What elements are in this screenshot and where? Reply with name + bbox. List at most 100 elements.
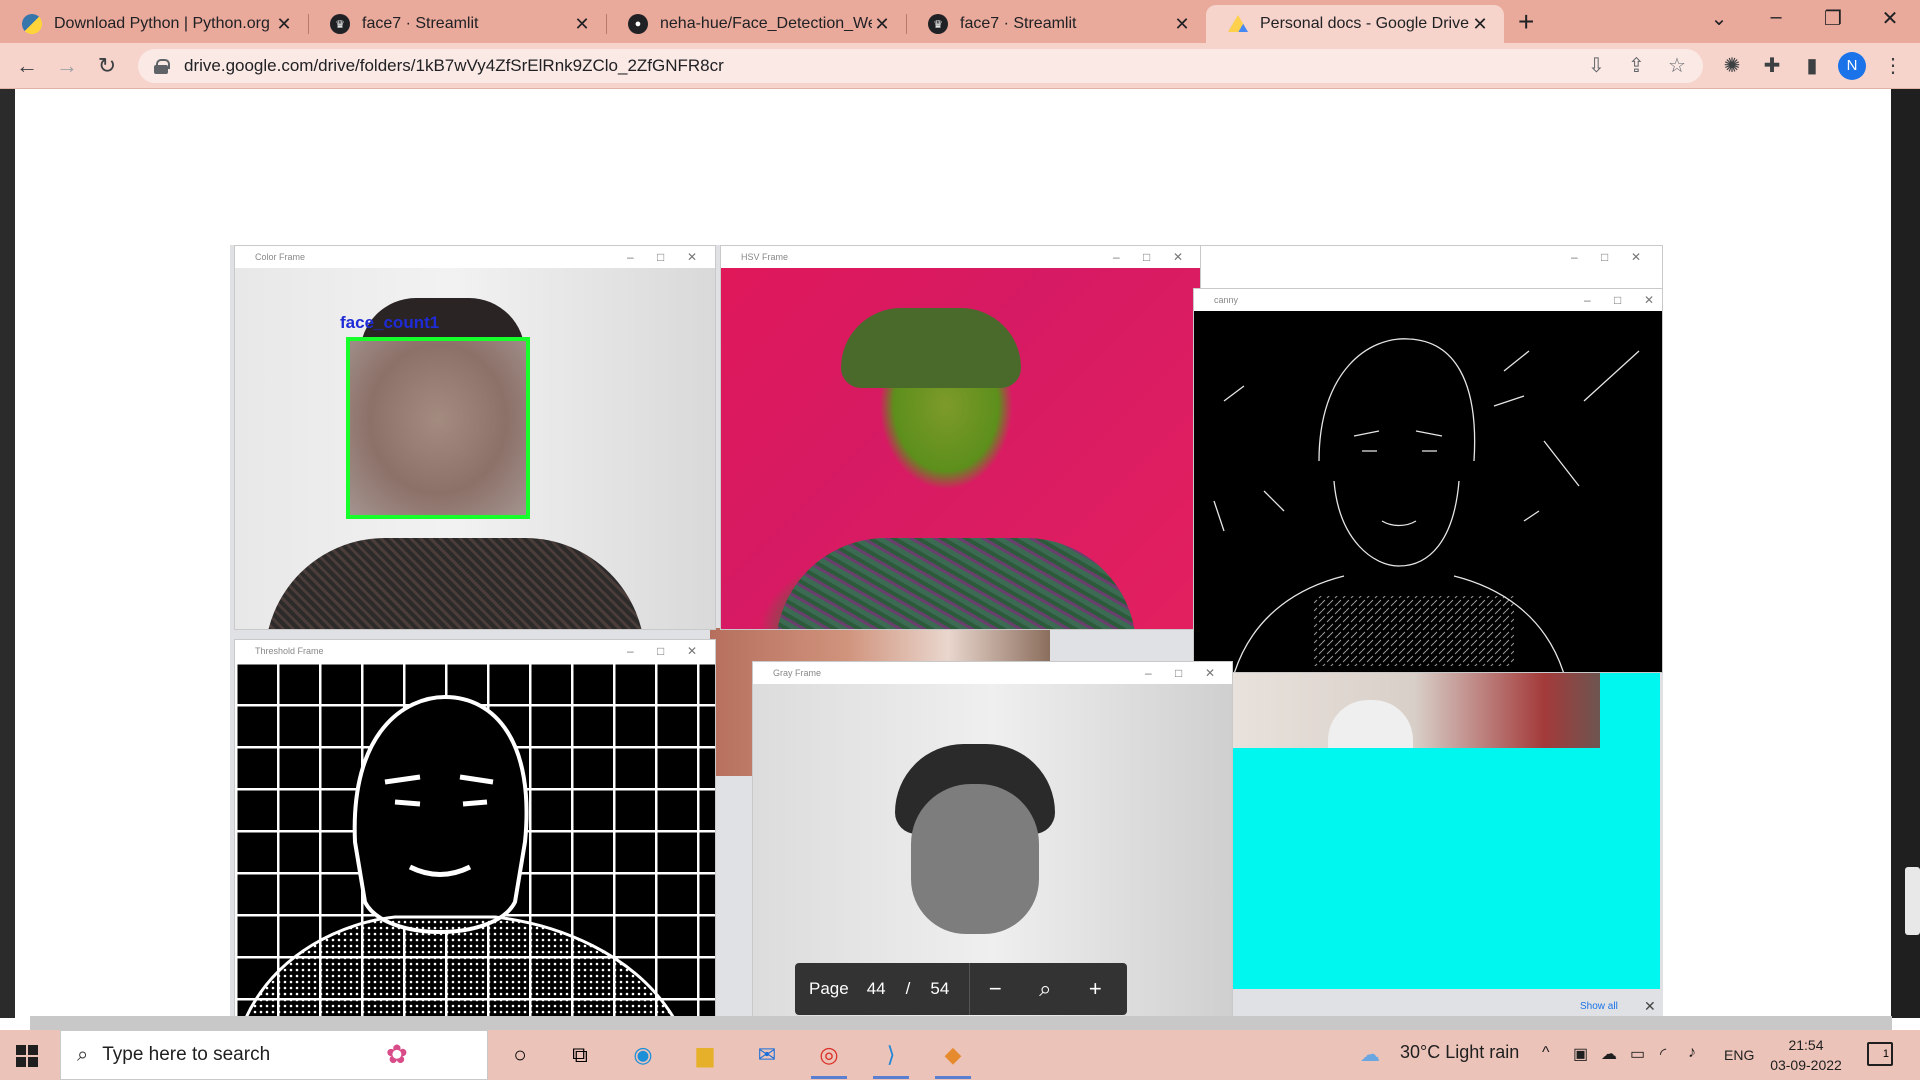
page-number-input[interactable]: 44 (867, 979, 886, 999)
clock-date: 03-09-2022 (1770, 1057, 1842, 1073)
tab-google-drive[interactable]: Personal docs - Google Drive ✕ (1206, 5, 1504, 43)
window-title: Gray Frame (773, 668, 822, 678)
minimize-icon[interactable]: – (1145, 662, 1152, 684)
wifi-icon[interactable]: ◜ (1660, 1044, 1666, 1064)
edge-icon[interactable]: ◉ (626, 1040, 660, 1070)
maximize-icon[interactable]: □ (657, 246, 664, 268)
forward-icon[interactable]: → (52, 51, 82, 81)
battery-icon[interactable]: ▭ (1630, 1044, 1645, 1064)
minimize-icon[interactable]: – (627, 640, 634, 662)
hsv-frame-window: HSV Frame – □ ✕ (720, 245, 1201, 630)
close-icon[interactable]: ✕ (572, 14, 592, 35)
app-icon[interactable]: ◆ (936, 1040, 970, 1070)
file-explorer-icon[interactable]: ▆ (688, 1040, 722, 1070)
zoom-magnifier-icon[interactable]: ⌕ (1020, 976, 1070, 1002)
face-outline (1333, 480, 1460, 567)
restore-icon[interactable]: ❐ (1813, 6, 1853, 31)
language-indicator[interactable]: ENG (1724, 1047, 1754, 1063)
tab-streamlit[interactable]: ♛ face7 · Streamlit ✕ (308, 5, 606, 43)
close-icon[interactable]: ✕ (1631, 246, 1641, 268)
close-icon[interactable]: ✕ (274, 14, 294, 35)
zoom-in-icon[interactable]: + (1070, 976, 1120, 1002)
window-titlebar: HSV Frame – □ ✕ (721, 246, 1200, 268)
face-shape (911, 784, 1039, 934)
taskbar: ⌕ Type here to search ✿ ○ ⧉ ◉ ▆ ✉ ◎ ⟩ ◆ … (0, 1030, 1920, 1080)
reload-icon[interactable]: ↻ (92, 51, 122, 81)
volume-icon[interactable]: ♪ (1688, 1044, 1696, 1062)
extensions-puzzle-icon[interactable]: ✚ (1757, 51, 1787, 81)
minimize-icon[interactable]: – (1571, 246, 1578, 268)
maximize-icon[interactable]: □ (1175, 662, 1182, 684)
close-icon[interactable]: ✕ (1205, 662, 1215, 684)
minimize-icon[interactable]: – (1584, 289, 1591, 311)
active-app-indicator (935, 1076, 971, 1079)
close-icon[interactable]: ✕ (872, 14, 892, 35)
face-detection-box (346, 337, 530, 519)
close-icon[interactable]: ✕ (1644, 289, 1654, 311)
horizontal-scrollbar[interactable] (30, 1016, 1892, 1030)
taskbar-search[interactable]: ⌕ Type here to search ✿ (60, 1030, 488, 1080)
window-titlebar: Color Frame – □ ✕ (235, 246, 715, 268)
mail-icon[interactable]: ✉ (750, 1040, 784, 1070)
clock-time: 21:54 (1788, 1037, 1824, 1053)
meet-icon[interactable]: ▣ (1573, 1044, 1588, 1064)
window-titlebar: canny – □ ✕ (1194, 289, 1662, 311)
clock[interactable]: 21:54 03-09-2022 (1766, 1035, 1846, 1075)
menu-kebab-icon[interactable]: ⋮ (1878, 51, 1908, 81)
avatar[interactable]: N (1838, 52, 1866, 80)
tab-title: face7 · Streamlit (362, 15, 479, 32)
close-icon[interactable]: ✕ (1173, 246, 1183, 268)
chevron-up-icon[interactable]: ^ (1542, 1044, 1550, 1062)
maximize-icon[interactable]: □ (1143, 246, 1150, 268)
mouth-line (1381, 520, 1417, 527)
tab-python[interactable]: Download Python | Python.org ✕ (0, 5, 308, 43)
vscode-icon[interactable]: ⟩ (874, 1040, 908, 1070)
back-icon[interactable]: ← (12, 51, 42, 81)
window-title: HSV Frame (741, 252, 789, 262)
minimize-icon[interactable]: – (627, 246, 634, 268)
close-icon[interactable]: ✕ (1172, 14, 1192, 35)
background-photo-strip (1230, 670, 1600, 748)
address-bar[interactable]: drive.google.com/drive/folders/1kB7wVy4Z… (138, 49, 1703, 83)
install-icon[interactable]: ⇩ (1588, 49, 1605, 83)
notification-count: 1 (1882, 1048, 1889, 1060)
shirt-shape (776, 538, 1136, 629)
maximize-icon[interactable]: □ (1614, 289, 1621, 311)
side-panel-icon[interactable]: ▮ (1797, 51, 1827, 81)
bookmark-star-icon[interactable]: ☆ (1668, 49, 1686, 83)
window-title: Color Frame (255, 252, 306, 262)
onedrive-icon[interactable]: ☁ (1601, 1044, 1617, 1064)
tab-search-icon[interactable]: ⌄ (1699, 6, 1739, 31)
minimize-icon[interactable]: – (1756, 6, 1796, 29)
tab-streamlit-2[interactable]: ♛ face7 · Streamlit ✕ (906, 5, 1206, 43)
active-app-indicator (811, 1076, 847, 1079)
tab-github[interactable]: ● neha-hue/Face_Detection_WebA ✕ (606, 5, 906, 43)
search-placeholder[interactable]: Type here to search (102, 1044, 270, 1066)
close-icon[interactable]: ✕ (687, 246, 697, 268)
lock-icon[interactable] (154, 59, 170, 74)
cortana-icon[interactable]: ○ (503, 1040, 537, 1070)
chrome-icon[interactable]: ◎ (812, 1040, 846, 1070)
url-text[interactable]: drive.google.com/drive/folders/1kB7wVy4Z… (184, 56, 724, 76)
close-icon[interactable]: ✕ (1644, 998, 1656, 1015)
zoom-out-icon[interactable]: − (970, 976, 1020, 1002)
notification-center-icon[interactable]: 1 (1867, 1042, 1893, 1066)
task-view-icon[interactable]: ⧉ (563, 1040, 597, 1070)
close-icon[interactable]: ✕ (1470, 14, 1490, 35)
window-close-icon[interactable]: ✕ (1870, 6, 1910, 31)
maximize-icon[interactable]: □ (1601, 246, 1608, 268)
extension-bug-icon[interactable]: ✺ (1717, 51, 1747, 81)
minimize-icon[interactable]: – (1113, 246, 1120, 268)
new-tab-button[interactable]: + (1518, 6, 1534, 38)
tab-title: neha-hue/Face_Detection_WebA (660, 15, 872, 32)
show-all-link[interactable]: Show all (1580, 1001, 1618, 1012)
share-icon[interactable]: ⇪ (1628, 49, 1645, 83)
weather-text[interactable]: 30°C Light rain (1400, 1042, 1519, 1063)
vertical-scrollbar-thumb[interactable] (1905, 867, 1920, 935)
close-icon[interactable]: ✕ (687, 640, 697, 662)
browser-toolbar: ← → ↻ drive.google.com/drive/folders/1kB… (0, 43, 1920, 89)
windows-start-icon[interactable] (16, 1045, 38, 1067)
google-drive-icon (1228, 15, 1248, 32)
threshold-frame-image (235, 662, 715, 1017)
maximize-icon[interactable]: □ (657, 640, 664, 662)
